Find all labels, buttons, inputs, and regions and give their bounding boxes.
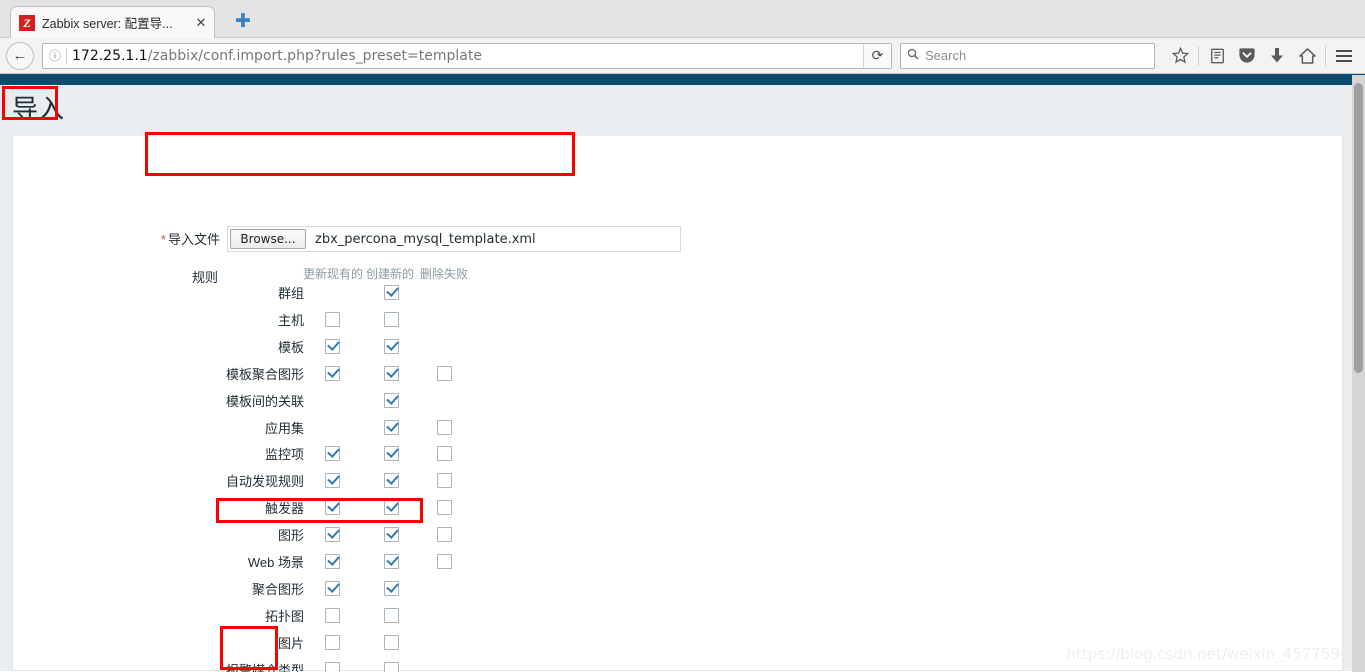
rule-checkbox[interactable] — [384, 338, 399, 354]
downloads-icon[interactable] — [1262, 42, 1292, 70]
tab-title: Zabbix server: 配置导... — [42, 17, 173, 31]
search-input[interactable]: Search — [925, 48, 966, 63]
zabbix-top-bar — [0, 74, 1365, 85]
import-file-label: * 导入文件 — [160, 232, 220, 248]
rule-checkbox[interactable] — [384, 311, 399, 327]
toolbar-divider — [1198, 45, 1199, 66]
rule-row-label: 应用集 — [264, 420, 304, 436]
page-content: 导入 * 导入文件 Browse... zbx_percona_mysql_tem… — [0, 74, 1365, 672]
toolbar-divider-2 — [1325, 45, 1326, 66]
search-box[interactable]: Search — [900, 42, 1155, 69]
annotation-box-title — [2, 86, 58, 120]
rule-checkbox[interactable] — [325, 607, 340, 623]
rule-checkbox[interactable] — [325, 580, 340, 596]
column-header-update: 更新现有的 — [303, 267, 364, 281]
rule-row-label: 群组 — [277, 286, 304, 301]
browse-button[interactable]: Browse... — [230, 229, 306, 249]
url-host: 172.25.1.1 — [72, 47, 148, 64]
rule-checkbox[interactable] — [384, 446, 399, 462]
rule-checkbox[interactable] — [384, 392, 399, 408]
rule-checkbox[interactable] — [437, 527, 452, 543]
url-separator — [66, 47, 67, 64]
rule-checkbox[interactable] — [384, 554, 399, 569]
back-button[interactable]: ← — [6, 41, 34, 70]
rule-row-label: 主机 — [277, 312, 304, 328]
rule-checkbox[interactable] — [384, 419, 399, 435]
rule-checkbox[interactable] — [325, 311, 340, 327]
rule-row-label: 模板 — [277, 339, 304, 355]
close-icon[interactable]: ✕ — [194, 15, 208, 30]
rule-checkbox[interactable] — [437, 365, 452, 381]
rule-checkbox[interactable] — [325, 446, 340, 462]
rule-checkbox[interactable] — [384, 365, 399, 381]
rule-checkbox[interactable] — [437, 446, 452, 462]
rule-checkbox[interactable] — [384, 580, 399, 596]
browser-window: Z Zabbix server: 配置导... ✕ ✚ ← ⓘ 172.25.1… — [0, 0, 1365, 672]
column-header-create: 创建新的 — [366, 267, 415, 281]
home-icon[interactable] — [1292, 42, 1322, 70]
rule-row-label: 图形 — [277, 528, 304, 544]
new-tab-icon[interactable]: ✚ — [232, 12, 254, 34]
rule-row-label: 聚合图形 — [251, 581, 304, 597]
rule-checkbox[interactable] — [384, 634, 399, 650]
url-path: /zabbix/conf.import.php?rules_preset=tem… — [147, 47, 482, 64]
rule-checkbox[interactable] — [384, 661, 399, 672]
rule-checkbox[interactable] — [325, 338, 340, 354]
rule-checkbox[interactable] — [325, 554, 340, 569]
menu-icon[interactable] — [1329, 42, 1359, 70]
required-marker: * — [160, 232, 166, 247]
rule-checkbox[interactable] — [384, 473, 399, 489]
url-text: 172.25.1.1/zabbix/conf.import.php?rules_… — [72, 48, 889, 64]
browser-tab[interactable]: Z Zabbix server: 配置导... ✕ — [10, 6, 215, 38]
import-file-label-text: 导入文件 — [167, 232, 220, 247]
rule-row-label: Web 场景 — [247, 555, 304, 570]
rule-row-label: 模板聚合图形 — [225, 366, 304, 382]
rules-label: 规则 — [191, 270, 218, 285]
rule-checkbox[interactable] — [325, 661, 340, 672]
rule-checkbox[interactable] — [384, 527, 399, 543]
rule-row-label: 自动发现规则 — [225, 474, 304, 490]
bookmark-star-icon[interactable] — [1165, 42, 1195, 70]
reload-icon[interactable]: ⟳ — [863, 43, 891, 68]
selected-file-name: zbx_percona_mysql_template.xml — [315, 231, 536, 247]
rule-checkbox[interactable] — [437, 473, 452, 489]
page-header: 导入 — [0, 85, 1365, 137]
library-icon[interactable] — [1202, 42, 1232, 70]
annotation-box-import-button — [220, 626, 278, 670]
search-icon — [907, 48, 919, 63]
column-header-delete: 删除失败 — [420, 267, 469, 281]
rule-checkbox[interactable] — [437, 500, 452, 516]
navigation-toolbar: ← ⓘ 172.25.1.1/zabbix/conf.import.php?ru… — [0, 38, 1365, 74]
url-bar[interactable]: ⓘ 172.25.1.1/zabbix/conf.import.php?rule… — [42, 42, 892, 69]
pocket-icon[interactable] — [1232, 42, 1262, 70]
page-scrollbar-thumb[interactable] — [1354, 83, 1363, 373]
rule-checkbox[interactable] — [437, 419, 452, 435]
file-input-field[interactable]: Browse... zbx_percona_mysql_template.xml — [227, 226, 681, 252]
rule-row-label: 模板间的关联 — [225, 393, 304, 409]
rule-checkbox[interactable] — [437, 554, 452, 569]
rule-checkbox[interactable] — [325, 365, 340, 381]
rule-checkbox[interactable] — [325, 473, 340, 489]
favicon-icon: Z — [19, 14, 35, 31]
rule-row-label: 监控项 — [264, 447, 304, 463]
watermark-text: https://blog.csdn.net/weixin_45775963 — [1066, 645, 1359, 663]
tab-strip: Z Zabbix server: 配置导... ✕ ✚ — [0, 0, 1365, 38]
annotation-box-file-field — [145, 132, 575, 176]
rule-checkbox[interactable] — [384, 285, 399, 300]
page-info-icon[interactable]: ⓘ — [45, 47, 65, 64]
rule-checkbox[interactable] — [325, 634, 340, 650]
annotation-box-screens-row — [216, 498, 423, 523]
rule-row-label: 拓扑图 — [264, 608, 304, 624]
rule-checkbox[interactable] — [325, 527, 340, 543]
rule-checkbox[interactable] — [384, 607, 399, 623]
